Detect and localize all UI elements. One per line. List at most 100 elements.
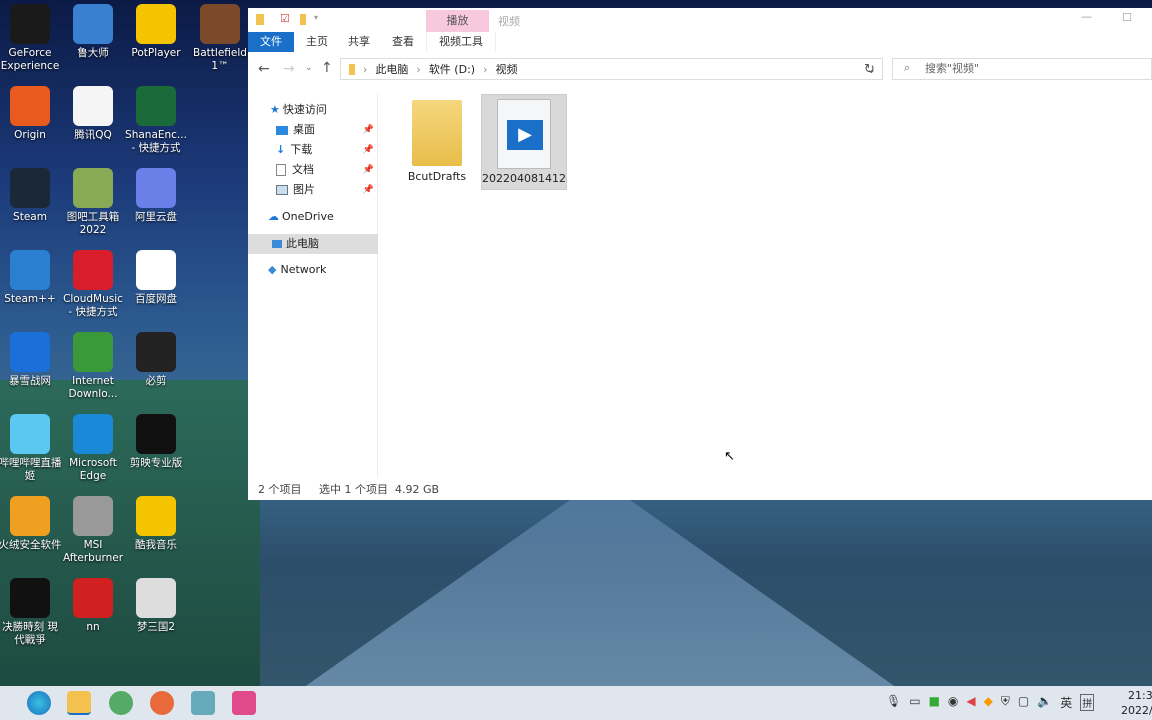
desktop-icon-item[interactable]: 必剪: [124, 332, 188, 388]
tab-view[interactable]: 查看: [380, 32, 426, 52]
refresh-button[interactable]: ↻: [864, 62, 875, 77]
folder-icon[interactable]: [256, 14, 264, 25]
recent-locations-button[interactable]: ⌄: [305, 63, 313, 73]
new-folder-icon[interactable]: [300, 14, 306, 25]
app-icon: [136, 250, 176, 290]
up-button[interactable]: ↑: [321, 60, 333, 76]
tab-share[interactable]: 共享: [336, 32, 382, 52]
file-item-video[interactable]: ▶ 202204081412: [481, 94, 567, 190]
desktop-icon-item[interactable]: 决勝時刻 現代戰爭: [0, 578, 62, 647]
desktop-icon-item[interactable]: 百度网盘: [124, 250, 188, 306]
pin-icon[interactable]: 📌: [363, 140, 374, 160]
nav-quick-access[interactable]: ★ 快速访问: [248, 100, 378, 120]
nav-onedrive[interactable]: ☁ OneDrive: [248, 207, 378, 227]
breadcrumb-this-pc[interactable]: 此电脑: [375, 61, 408, 77]
desktop-icon-label: 腾讯QQ: [74, 129, 112, 141]
pin-icon[interactable]: 📌: [363, 180, 374, 200]
desktop-icon-item[interactable]: 暴雪战网: [0, 332, 62, 388]
navigation-pane: ★ 快速访问 桌面 📌 ↓ 下载 📌 文档 📌 图片 📌 ☁ OneDrive 此电脑 ◆ Ne…: [248, 94, 378, 478]
desktop-icon-item[interactable]: CloudMusic - 快捷方式: [61, 250, 125, 319]
desktop-icon-label: MSI Afterburner: [62, 539, 124, 564]
app-icon: [136, 332, 176, 372]
desktop-icon-item[interactable]: Steam: [0, 168, 62, 224]
app-icon: [73, 496, 113, 536]
pin-icon[interactable]: 📌: [363, 120, 374, 140]
security-icon[interactable]: ⛨: [1001, 694, 1010, 711]
app-icon: [136, 168, 176, 208]
nav-documents[interactable]: 文档 📌: [248, 160, 378, 180]
back-button[interactable]: ←: [258, 61, 270, 77]
huorong-icon[interactable]: ◆: [984, 694, 993, 711]
desktop-icon-item[interactable]: 腾讯QQ: [61, 86, 125, 142]
desktop-icon-label: Internet Downlo...: [68, 375, 118, 400]
tab-play-context[interactable]: 播放: [426, 10, 489, 32]
nav-downloads[interactable]: ↓ 下载 📌: [248, 140, 378, 160]
file-explorer-taskbar-icon[interactable]: [67, 691, 91, 715]
desktop-icon-item[interactable]: 火绒安全软件: [0, 496, 62, 552]
nav-label: 此电脑: [286, 237, 319, 250]
xbox-taskbar-icon[interactable]: [109, 691, 133, 715]
language-indicator[interactable]: 英: [1060, 694, 1072, 711]
desktop-icon-item[interactable]: MSI Afterburner: [61, 496, 125, 565]
desktop-icon-label: nn: [86, 621, 100, 633]
desktop-icon-item[interactable]: 阿里云盘: [124, 168, 188, 224]
desktop-icon-item[interactable]: 梦三国2: [124, 578, 188, 634]
microphone-icon[interactable]: 🎙: [886, 694, 901, 711]
nav-label: 桌面: [293, 123, 315, 136]
nav-network[interactable]: ◆ Network: [248, 260, 378, 280]
tab-home[interactable]: 主页: [294, 32, 340, 52]
desktop-icon-item[interactable]: 剪映专业版: [124, 414, 188, 470]
desktop-icon-item[interactable]: Battlefield 1™: [188, 4, 252, 73]
breadcrumb-drive-d[interactable]: 软件 (D:): [429, 61, 475, 77]
search-input[interactable]: 搜索"视频": [892, 58, 1152, 80]
nav-desktop[interactable]: 桌面 📌: [248, 120, 378, 140]
forward-button[interactable]: →: [283, 61, 295, 77]
steampp-taskbar-icon[interactable]: [191, 691, 215, 715]
desktop-icon-item[interactable]: Microsoft Edge: [61, 414, 125, 483]
desktop-icon-item[interactable]: GeForce Experience: [0, 4, 62, 73]
desktop-icon-item[interactable]: nn: [61, 578, 125, 634]
desktop-icon-label: 哔哩哔哩直播姬: [0, 457, 62, 482]
desktop-icon-item[interactable]: Steam++: [0, 250, 62, 306]
nav-pictures[interactable]: 图片 📌: [248, 180, 378, 200]
mouse-cursor: ↖: [724, 449, 735, 464]
desktop-icon-item[interactable]: Internet Downlo...: [61, 332, 125, 401]
desktop-icon-label: GeForce Experience: [0, 47, 60, 72]
globe-icon[interactable]: ◉: [948, 694, 958, 711]
app-icon: [10, 168, 50, 208]
minimize-button[interactable]: —: [1081, 10, 1092, 23]
tab-video-tools[interactable]: 视频工具: [426, 32, 496, 52]
app-icon: [136, 414, 176, 454]
app-icon: [10, 578, 50, 618]
desktop-icon-item[interactable]: Origin: [0, 86, 62, 142]
pin-icon[interactable]: 📌: [363, 160, 374, 180]
desktop-icon-item[interactable]: 鲁大师: [61, 4, 125, 60]
maximize-button[interactable]: ☐: [1122, 11, 1132, 24]
breadcrumb-videos[interactable]: 视频: [495, 61, 517, 77]
chevron-down-icon[interactable]: ▾: [314, 13, 318, 22]
desktop-icon-item[interactable]: PotPlayer: [124, 4, 188, 60]
network-icon[interactable]: ▢: [1018, 694, 1029, 711]
app-icon: [10, 86, 50, 126]
origin-taskbar-icon[interactable]: [150, 691, 174, 715]
video-file-icon: ▶: [497, 99, 551, 169]
speaker-icon[interactable]: 🔈: [1037, 694, 1052, 711]
desktop-icon-item[interactable]: 图吧工具箱 2022: [61, 168, 125, 237]
app-icon: [136, 496, 176, 536]
nav-this-pc[interactable]: 此电脑: [248, 234, 378, 254]
clock[interactable]: 21:34 2022/4: [1118, 688, 1152, 718]
folder-icon[interactable]: ▭: [909, 694, 920, 711]
tab-file[interactable]: 文件: [248, 32, 294, 52]
file-item-folder[interactable]: BcutDrafts: [394, 94, 480, 190]
volume-icon[interactable]: ◀: [966, 694, 975, 711]
address-bar[interactable]: › 此电脑 › 软件 (D:) › 视频 ⌄: [340, 58, 883, 80]
ime-indicator[interactable]: 拼: [1080, 694, 1095, 711]
nvidia-icon[interactable]: ■: [929, 694, 940, 711]
edge-taskbar-icon[interactable]: [27, 691, 51, 715]
desktop-icon-label: Steam: [13, 211, 47, 223]
app-taskbar-icon[interactable]: [232, 691, 256, 715]
desktop-icon-item[interactable]: 哔哩哔哩直播姬: [0, 414, 62, 483]
properties-icon[interactable]: ☑: [280, 12, 290, 25]
desktop-icon-item[interactable]: 酷我音乐: [124, 496, 188, 552]
desktop-icon-item[interactable]: ShanaEnc... - 快捷方式: [124, 86, 188, 155]
